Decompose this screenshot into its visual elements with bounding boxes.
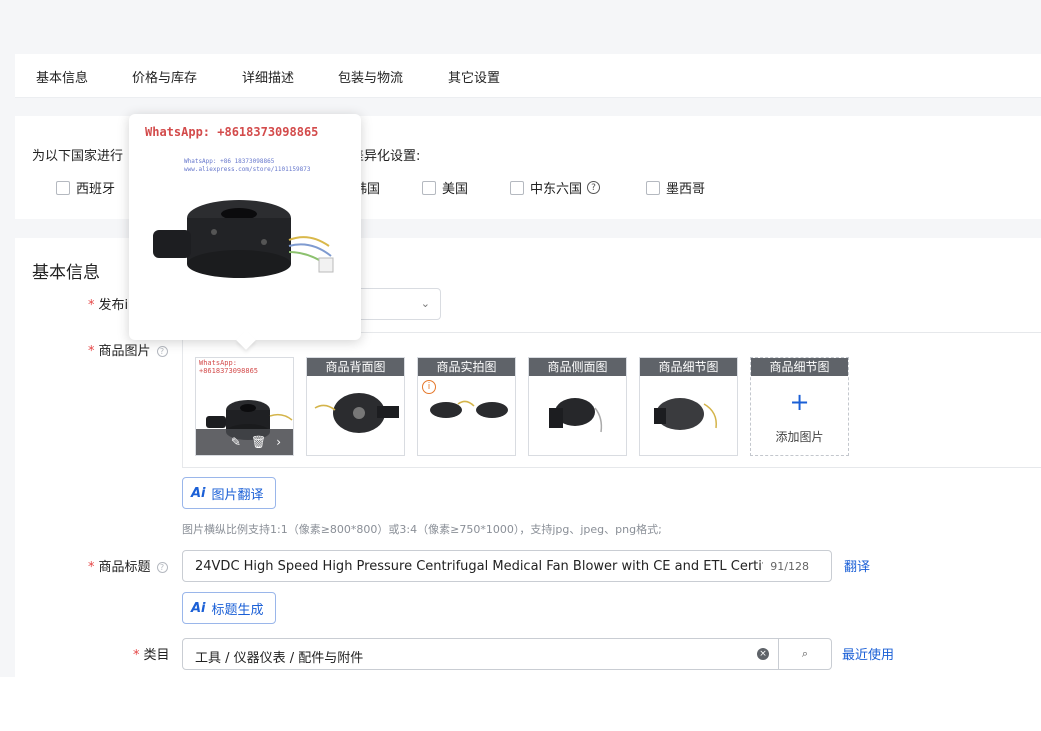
required-mark: *: [88, 298, 95, 313]
tab-description[interactable]: 详细描述: [242, 67, 294, 86]
checkbox-box[interactable]: [422, 180, 436, 195]
help-icon[interactable]: ?: [587, 181, 601, 194]
image-caption: 商品细节图: [640, 358, 737, 376]
tab-other-settings[interactable]: 其它设置: [448, 67, 500, 86]
tab-price-stock[interactable]: 价格与库存: [132, 67, 197, 86]
title-label-text: 商品标题: [98, 560, 151, 575]
images-label-text: 商品图片: [98, 344, 151, 359]
tab-packaging[interactable]: 包装与物流: [338, 67, 403, 86]
required-mark: *: [88, 344, 95, 359]
publish-label-text: 发布i: [98, 298, 129, 313]
add-image-slot[interactable]: 商品细节图 + 添加图片: [750, 357, 849, 456]
plus-icon: +: [789, 388, 810, 416]
checkbox-mexico[interactable]: 墨西哥: [646, 178, 705, 197]
image-thumb-back[interactable]: 商品背面图: [306, 357, 405, 456]
title-generate-label: 标题生成: [211, 602, 264, 618]
chevron-right-icon[interactable]: ›: [276, 435, 281, 449]
checkbox-box[interactable]: [510, 180, 524, 195]
main-image-thumb[interactable]: WhatsApp: +8618373098865 ✎ 🗑 ›: [195, 357, 294, 456]
search-icon: ⌕: [801, 647, 809, 660]
image-hint: 图片横纵比例支持1:1（像素≥800*800）或3:4（像素≥750*1000）…: [182, 523, 662, 536]
country-label: 西班牙: [76, 182, 116, 197]
image-thumb-detail[interactable]: 商品细节图: [639, 357, 738, 456]
image-caption: 商品侧面图: [529, 358, 626, 376]
checkbox-box[interactable]: [646, 180, 660, 195]
section-tabs: 基本信息 价格与库存 详细描述 包装与物流 其它设置: [15, 54, 1041, 98]
required-mark: *: [133, 648, 140, 663]
help-icon[interactable]: ?: [156, 562, 168, 573]
image-caption: 商品细节图: [751, 358, 848, 376]
image-caption: 商品背面图: [307, 358, 404, 376]
image-translate-button[interactable]: Ai 图片翻译: [182, 477, 276, 509]
chevron-down-icon: ⌄: [420, 297, 430, 310]
thumb-toolbar: ✎ 🗑 ›: [196, 429, 293, 455]
country-label: 美国: [442, 182, 469, 197]
info-icon: i: [422, 380, 436, 394]
country-label: 中东六国: [530, 182, 583, 197]
title-generate-button[interactable]: Ai 标题生成: [182, 592, 276, 624]
title-label: * 商品标题?: [88, 556, 168, 575]
product-preview-image: [153, 200, 334, 278]
checkbox-usa[interactable]: 美国: [422, 178, 468, 197]
category-value[interactable]: 工具 / 仪器仪表 / 配件与附件: [195, 647, 363, 666]
checkbox-box[interactable]: [56, 180, 70, 195]
checkbox-middle-east[interactable]: 中东六国?: [510, 178, 601, 197]
image-thumb-real[interactable]: 商品实拍图 i: [417, 357, 516, 456]
diff-label-right: 差异化设置:: [351, 149, 421, 164]
image-translate-label: 图片翻译: [211, 487, 264, 503]
category-input[interactable]: 工具 / 仪器仪表 / 配件与附件 × ⌕: [182, 638, 832, 670]
diff-label-left: 为以下国家进行: [32, 149, 124, 164]
category-search-button[interactable]: ⌕: [778, 639, 831, 669]
image-caption: 商品实拍图: [418, 358, 515, 376]
add-image-label: 添加图片: [775, 430, 824, 444]
image-thumb-side[interactable]: 商品侧面图: [528, 357, 627, 456]
watermark-text: WhatsApp: +8618373098865: [199, 359, 259, 375]
ai-icon: Ai: [191, 485, 206, 501]
title-char-count: 91/128: [770, 560, 809, 573]
category-label-text: 类目: [143, 648, 170, 663]
section-title: 基本信息: [32, 263, 100, 283]
translate-link[interactable]: 翻译: [844, 556, 870, 575]
image-preview-popover: WhatsApp: +8618373098865 WhatsApp: +86 1…: [129, 114, 361, 350]
publish-label: * 发布i: [88, 294, 128, 313]
edit-icon[interactable]: ✎: [231, 435, 241, 449]
required-mark: *: [88, 560, 95, 575]
delete-icon[interactable]: 🗑: [251, 435, 266, 449]
help-icon[interactable]: ?: [156, 346, 168, 357]
ai-icon: Ai: [191, 600, 206, 616]
checkbox-spain[interactable]: 西班牙: [56, 178, 115, 197]
recent-used-link[interactable]: 最近使用: [842, 644, 894, 663]
title-input[interactable]: 24VDC High Speed High Pressure Centrifug…: [182, 550, 832, 582]
tab-basic-info[interactable]: 基本信息: [36, 67, 88, 86]
title-value[interactable]: 24VDC High Speed High Pressure Centrifug…: [195, 559, 763, 574]
images-label: * 商品图片?: [88, 340, 168, 359]
category-label: * 类目: [133, 644, 170, 663]
clear-icon[interactable]: ×: [757, 648, 769, 660]
country-label: 墨西哥: [666, 182, 706, 197]
